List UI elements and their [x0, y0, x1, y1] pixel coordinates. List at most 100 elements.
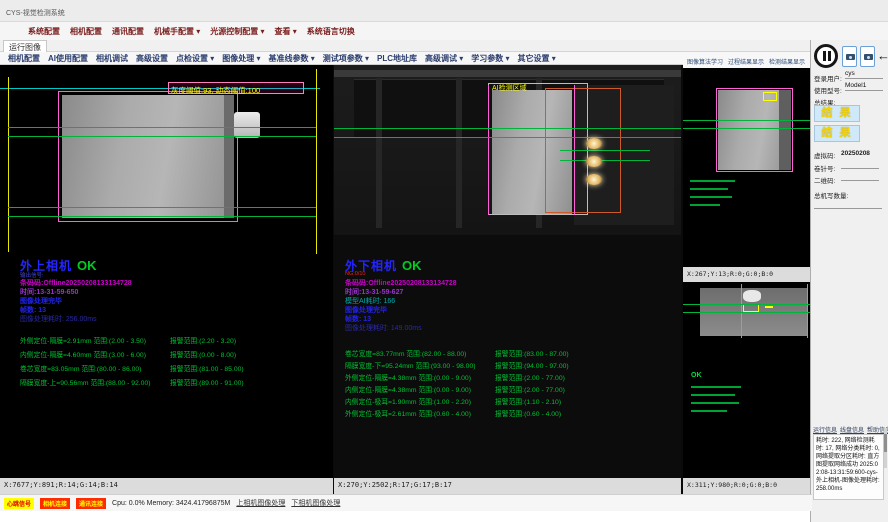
camera-save-button[interactable]: [860, 46, 875, 67]
measure-row: 内侧定位-隔膜=4.38mm 范围:(0.00 - 9.00): [345, 384, 471, 394]
ai-region-label: AI检测区域: [492, 83, 527, 93]
write-count-label: 总机写数量:: [814, 190, 848, 200]
green-text-line: [691, 386, 741, 388]
lower-camera-process-link[interactable]: 下相机图像处理: [291, 498, 340, 508]
menu-comm-config[interactable]: 通讯配置: [112, 26, 144, 37]
link-run-info[interactable]: 运行信息: [813, 425, 837, 434]
overlay-green-line: [8, 127, 316, 128]
vcode-value: 20250208: [841, 150, 870, 157]
overlay-magenta-line: [488, 85, 489, 215]
login-user-field[interactable]: cys: [845, 70, 883, 79]
camera-view-upper-outer[interactable]: 灰度阈值:93, 动态阈值:100 外上相机OK 输出信号: 条码码:Offli…: [0, 65, 333, 478]
stats-scrollbar[interactable]: [884, 428, 887, 468]
mid-status-ok: OK: [402, 258, 422, 273]
stats-scrollbar-thumb[interactable]: [884, 434, 887, 452]
right-column-header: 图像算法学习 过程结果显示 检测结果显示: [683, 54, 810, 68]
overlay-yellow-line-left: [8, 77, 9, 252]
info-links-row: 运行信息 线盘信息 帮助信息: [813, 425, 888, 434]
camera-connect-badge: 相机连接: [40, 498, 70, 509]
back-arrow-icon[interactable]: ←: [877, 48, 888, 63]
threshold-label-box: 灰度阈值:93, 动态阈值:100: [168, 82, 304, 94]
overlay-yellow-mark: [743, 304, 759, 312]
pause-icon: [828, 51, 831, 61]
tool-learning-params[interactable]: 学习参数 ▾: [471, 53, 509, 64]
overlay-yellow-line-right: [316, 69, 317, 254]
tab-lead-image: [234, 112, 260, 138]
overlay-green-line: [683, 304, 810, 305]
measure-row: 卷芯宽度=83.77mm 范围:(82.00 - 88.00): [345, 348, 466, 358]
tool-image-processing[interactable]: 图像处理 ▾: [222, 53, 260, 64]
machine-edge: [334, 70, 681, 77]
tab-process-result[interactable]: 过程结果显示: [728, 57, 764, 66]
camera-snapshot-button[interactable]: [842, 46, 857, 67]
mid-cost-line: 图像处理耗时: 149.00ms: [345, 323, 422, 333]
pin-label: 卷针号:: [814, 163, 835, 173]
tool-test-params[interactable]: 测试项参数 ▾: [323, 53, 369, 64]
measure-alarm: 报警范围:(83.00 - 87.00): [495, 348, 569, 358]
overlay-magenta-line: [741, 284, 742, 338]
tab-algorithm-learning[interactable]: 图像算法学习: [687, 57, 723, 66]
overlay-green-line: [8, 207, 316, 208]
left-status-ok: OK: [77, 258, 97, 273]
tool-camera-config[interactable]: 相机配置: [8, 53, 40, 64]
left-pixel-coords: X:7677;Y:891;R:14;G:14;B:14: [0, 478, 333, 494]
measure-row: 卷芯宽度=83.05mm 范围:(80.00 - 86.00): [20, 363, 141, 373]
thumb-ok-label: OK: [691, 372, 702, 379]
mid-pixel-coords: X:270;Y:2502;R:17;G:17;B:17: [334, 478, 681, 494]
tab-detect-result[interactable]: 检测结果显示: [769, 57, 805, 66]
overlay-green-line: [683, 312, 810, 313]
measure-alarm: 报警范围:(2.00 - 77.00): [495, 384, 565, 394]
overlay-roi-box: [58, 91, 238, 222]
runtime-stats-text: 耗时: 222, 网络检测耗时: 17, 网络分类耗时: 0, 网络提取分区耗时…: [813, 434, 884, 500]
mid-ng-line: NG:0/10: [345, 271, 365, 277]
camera-thumb-upper-inner[interactable]: [683, 68, 810, 267]
pause-icon: [823, 51, 826, 61]
overlay-green-line: [8, 216, 316, 217]
camera-view-lower-outer[interactable]: AI检测区域 外下相机OK NG:0/10 条码码:Offline2025020…: [334, 65, 681, 478]
heartbeat-status-badge: 心跳信号: [4, 498, 34, 509]
tab-run-image[interactable]: 运行图像: [3, 40, 47, 52]
menu-language-switch[interactable]: 系统语言切换: [307, 26, 355, 37]
overlay-yellow-mark: [763, 92, 777, 101]
tool-camera-debug[interactable]: 相机调试: [96, 53, 128, 64]
overlay-green-line: [560, 150, 650, 151]
overlay-green-line: [334, 128, 681, 129]
green-text-line: [691, 394, 735, 396]
menu-robot-config[interactable]: 机械手配置 ▾: [154, 26, 200, 37]
tool-advanced-settings[interactable]: 高级设置: [136, 53, 168, 64]
tool-ai-config[interactable]: AI使用配置: [48, 53, 88, 64]
pause-button[interactable]: [814, 44, 838, 68]
tab-strip: 运行图像: [0, 40, 888, 52]
menu-system-config[interactable]: 系统配置: [28, 26, 60, 37]
tool-plc-address[interactable]: PLC地址库: [377, 53, 417, 64]
camera-thumb-lower-inner[interactable]: OK: [683, 282, 810, 478]
led-glow: [586, 156, 602, 167]
green-text-line: [691, 402, 739, 404]
bright-spot: [743, 290, 761, 302]
led-glow: [586, 174, 602, 185]
measure-row: 外侧定位-隔膜=4.38mm 范围:(0.00 - 9.00): [345, 372, 471, 382]
menu-camera-config[interactable]: 相机配置: [70, 26, 102, 37]
upper-camera-process-link[interactable]: 上相机图像处理: [236, 498, 285, 508]
measure-alarm: 报警范围:(2.00 - 77.00): [495, 372, 565, 382]
tool-advanced-debug[interactable]: 高级调试 ▾: [425, 53, 463, 64]
link-reel-info[interactable]: 线盘信息: [840, 425, 864, 434]
green-text-line: [690, 204, 720, 206]
model-label: 使用型号:: [814, 85, 842, 95]
status-bar: 心跳信号 相机连接 通讯连接 Cpu: 0.0% Memory: 3424.41…: [0, 494, 812, 511]
model-field[interactable]: Model1: [845, 82, 883, 91]
vcode-label: 虚拟码:: [814, 150, 835, 160]
measure-alarm: 报警范围:(94.00 - 97.00): [495, 360, 569, 370]
menu-view[interactable]: 查看 ▾: [275, 26, 297, 37]
write-count-field[interactable]: [814, 200, 882, 209]
qr-field[interactable]: [841, 172, 879, 181]
result-badge-2: 结 果: [814, 125, 860, 142]
tool-other-settings[interactable]: 其它设置 ▾: [518, 53, 556, 64]
tool-spot-check[interactable]: 点检设置 ▾: [176, 53, 214, 64]
measure-alarm: 报警范围:(89.00 - 91.00): [170, 377, 244, 387]
menu-light-config[interactable]: 光源控制配置 ▾: [210, 26, 264, 37]
tool-baseline-params[interactable]: 基准线参数 ▾: [269, 53, 315, 64]
thumb-upper-coords: X:267;Y:13;R:0;G:0;B:0: [683, 267, 810, 282]
title-bar: CYS-视觉检测系统: [0, 0, 888, 22]
pin-field[interactable]: [841, 160, 879, 169]
